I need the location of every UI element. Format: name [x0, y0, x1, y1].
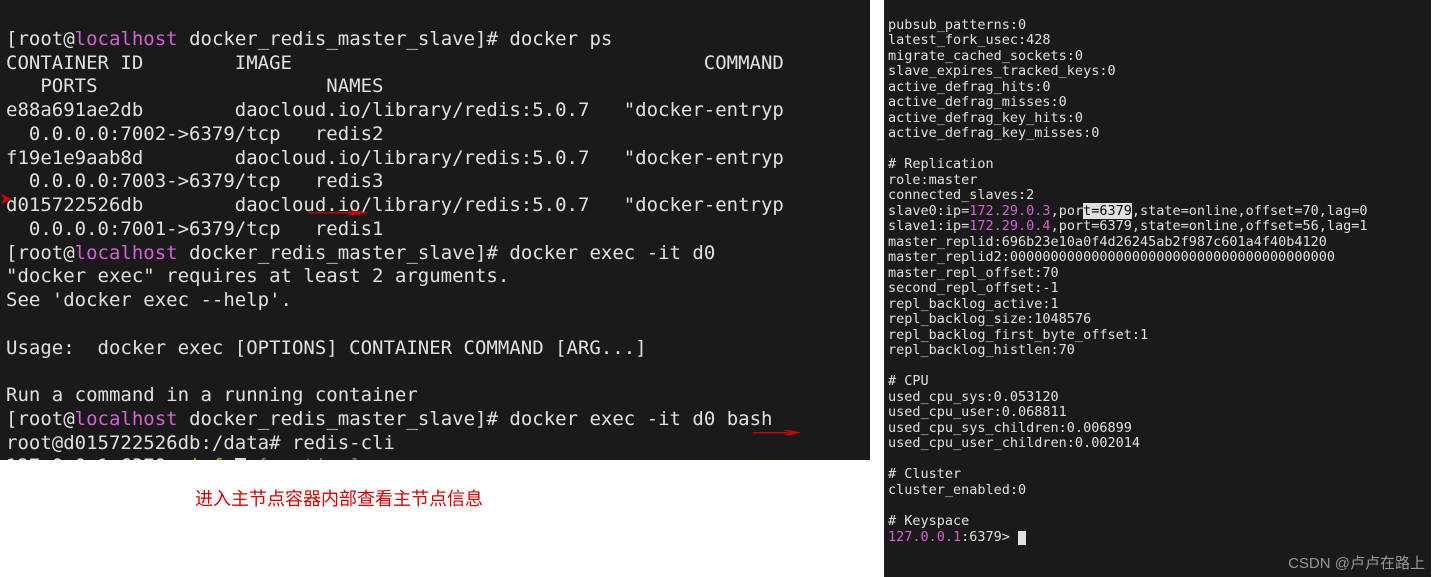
ps-header-2: PORTS NAMES — [6, 75, 384, 97]
ps-row-3a: d015722526db daocloud.io/library/redis:5… — [6, 194, 784, 216]
prompt-line-3: [root@localhost docker_redis_master_slav… — [6, 408, 772, 430]
inner-prompt: root@d015722526db:/data# redis-cli — [6, 432, 395, 454]
info-top: pubsub_patterns:0 latest_fork_usec:428 m… — [888, 17, 1116, 204]
cursor-icon — [1018, 531, 1026, 545]
slave0-line: slave0:ip=172.29.0.3,port=6379,state=onl… — [888, 203, 1368, 219]
ps-row-1b: 0.0.0.0:7002->6379/tcp redis2 — [6, 123, 384, 145]
prompt-line-1: [root@localhost docker_redis_master_slav… — [6, 28, 612, 50]
desc-line: Run a command in a running container — [6, 384, 418, 406]
info-mid: master_replid:696b23e10a0f4d26245ab2f987… — [888, 234, 1335, 529]
ps-row-1a: e88a691ae2db daocloud.io/library/redis:5… — [6, 99, 784, 121]
err-line-1: "docker exec" requires at least 2 argume… — [6, 265, 509, 287]
annotation-caption: 进入主节点容器内部查看主节点信息 — [195, 485, 483, 511]
left-terminal[interactable]: [root@localhost docker_redis_master_slav… — [0, 0, 870, 460]
right-terminal[interactable]: pubsub_patterns:0 latest_fork_usec:428 m… — [884, 0, 1431, 577]
watermark: CSDN @卢卢在路上 — [1288, 552, 1425, 573]
ps-row-2a: f19e1e9aab8d daocloud.io/library/redis:5… — [6, 147, 784, 169]
ps-row-2b: 0.0.0.0:7003->6379/tcp redis3 — [6, 170, 384, 192]
cursor-icon — [235, 458, 246, 460]
redis-prompt[interactable]: 127.0.0.1:6379> info [section] — [6, 455, 361, 460]
usage-line: Usage: docker exec [OPTIONS] CONTAINER C… — [6, 337, 647, 359]
err-line-2: See 'docker exec --help'. — [6, 289, 292, 311]
redis-prompt-right[interactable]: 127.0.0.1:6379> — [888, 529, 1026, 545]
slave1-line: slave1:ip=172.29.0.4,port=6379,state=onl… — [888, 218, 1368, 234]
ps-header-1: CONTAINER ID IMAGE COMMAND — [6, 52, 784, 74]
ps-row-3b: 0.0.0.0:7001->6379/tcp redis1 — [6, 218, 384, 240]
prompt-line-2: [root@localhost docker_redis_master_slav… — [6, 242, 715, 264]
